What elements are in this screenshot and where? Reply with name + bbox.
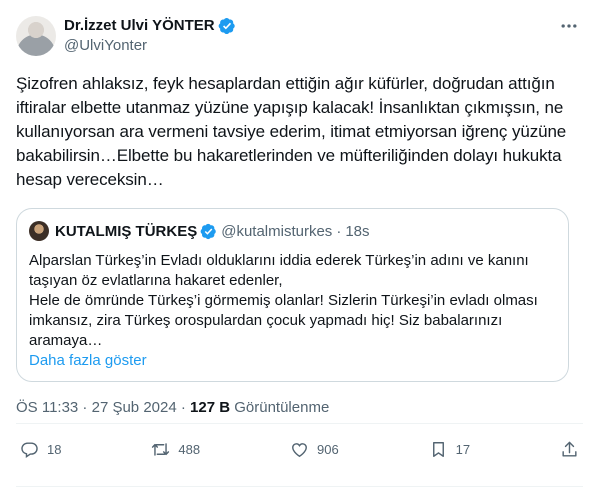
bookmark-count: 17 — [455, 442, 471, 457]
meta-separator: · — [176, 399, 191, 416]
views-label: Görüntülenme — [230, 399, 330, 416]
reply-count: 18 — [47, 442, 62, 457]
quoted-separator: · — [336, 222, 342, 240]
tweet-time[interactable]: ÖS 11:33 — [16, 399, 78, 416]
views-count: 127 B — [190, 399, 231, 416]
more-dots-icon — [561, 24, 577, 28]
like-button[interactable]: 906 — [290, 440, 339, 459]
quoted-tweet-text: Alparslan Türkeş’in Evladı olduklarını i… — [29, 252, 538, 349]
repost-button[interactable]: 488 — [151, 440, 200, 459]
quoted-tweet[interactable]: KUTALMIŞ TÜRKEŞ @kutalmisturkes · 18s Al… — [16, 208, 569, 382]
quoted-tweet-header: KUTALMIŞ TÜRKEŞ @kutalmisturkes · 18s — [29, 221, 556, 241]
show-more-link[interactable]: Daha fazla göster — [29, 351, 556, 371]
action-bar: 18 488 906 17 — [20, 440, 579, 459]
like-count: 906 — [316, 442, 339, 457]
reply-button[interactable]: 18 — [20, 440, 61, 459]
verified-badge-icon — [218, 17, 235, 35]
quoted-timestamp: 18s — [345, 222, 370, 240]
quoted-author-name: KUTALMIŞ TÜRKEŞ — [55, 222, 198, 240]
verified-badge-icon — [200, 223, 216, 239]
tweet-meta: ÖS 11:33 · 27 Şub 2024 · 127 B Görüntüle… — [16, 398, 583, 418]
quoted-author-handle: @kutalmisturkes — [221, 222, 333, 240]
author-display-name[interactable]: Dr.İzzet Ulvi YÖNTER — [64, 16, 215, 36]
tweet-text: Şizofren ahlaksız, feyk hesaplardan etti… — [16, 74, 567, 189]
quoted-author-avatar — [29, 221, 49, 241]
author-names: Dr.İzzet Ulvi YÖNTER @UlviYonter — [64, 16, 236, 56]
reply-icon — [21, 442, 38, 458]
share-button[interactable] — [560, 440, 579, 459]
bookmark-button[interactable]: 17 — [429, 440, 470, 459]
tweet-header: Dr.İzzet Ulvi YÖNTER @UlviYonter — [16, 12, 583, 60]
author-handle[interactable]: @UlviYonter — [64, 36, 236, 56]
author-name-row: Dr.İzzet Ulvi YÖNTER — [64, 16, 236, 36]
tweet-date[interactable]: 27 Şub 2024 — [92, 399, 177, 416]
bookmark-icon — [432, 442, 444, 457]
heart-icon — [292, 443, 307, 458]
author-avatar[interactable] — [16, 16, 56, 56]
divider — [16, 423, 583, 424]
more-options-button[interactable] — [557, 14, 581, 38]
meta-separator: · — [78, 399, 92, 416]
share-icon — [562, 441, 577, 457]
tweet-card: Dr.İzzet Ulvi YÖNTER @UlviYonter Şizofre… — [0, 0, 599, 487]
repost-count: 488 — [178, 442, 201, 457]
repost-icon — [152, 443, 170, 456]
